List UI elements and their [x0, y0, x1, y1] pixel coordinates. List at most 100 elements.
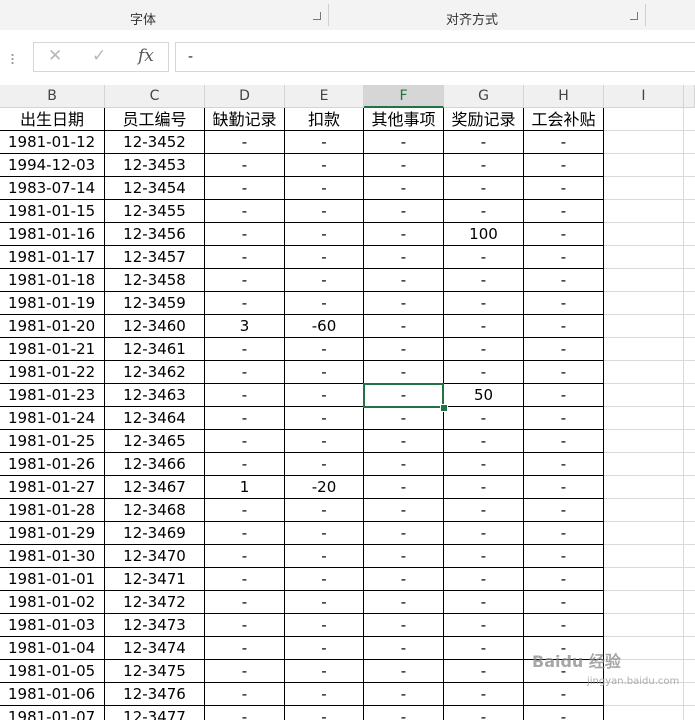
table-cell[interactable]: 12-3473 [105, 614, 205, 637]
column-header-g[interactable]: G [444, 85, 524, 108]
table-cell[interactable]: - [524, 568, 604, 591]
table-cell[interactable]: 1981-01-28 [0, 499, 105, 522]
table-cell[interactable]: - [444, 683, 524, 706]
table-cell[interactable]: - [524, 476, 604, 499]
table-cell[interactable]: 12-3466 [105, 453, 205, 476]
table-cell[interactable]: - [285, 338, 364, 361]
cancel-icon[interactable]: ✕ [48, 46, 62, 66]
table-cell[interactable]: - [524, 407, 604, 430]
table-cell[interactable]: 12-3454 [105, 177, 205, 200]
table-cell[interactable]: - [285, 522, 364, 545]
table-cell[interactable]: - [524, 269, 604, 292]
table-cell[interactable]: - [205, 499, 285, 522]
table-cell[interactable]: - [205, 430, 285, 453]
table-cell[interactable]: 1981-01-18 [0, 269, 105, 292]
table-cell[interactable]: 1981-01-20 [0, 315, 105, 338]
table-cell[interactable]: - [285, 614, 364, 637]
table-cell[interactable]: 12-3461 [105, 338, 205, 361]
table-cell[interactable]: 1981-01-17 [0, 246, 105, 269]
table-cell[interactable]: - [364, 361, 444, 384]
table-cell[interactable]: - [205, 200, 285, 223]
table-cell[interactable]: - [444, 499, 524, 522]
table-cell[interactable]: - [285, 246, 364, 269]
table-cell[interactable]: - [524, 453, 604, 476]
table-cell[interactable]: - [285, 430, 364, 453]
table-cell[interactable]: - [364, 223, 444, 246]
table-cell[interactable]: -60 [285, 315, 364, 338]
table-cell[interactable]: - [364, 384, 444, 407]
table-cell[interactable]: - [205, 706, 285, 720]
table-cell[interactable]: - [524, 315, 604, 338]
table-cell[interactable]: 1981-01-06 [0, 683, 105, 706]
table-cell[interactable]: - [205, 223, 285, 246]
column-header-b[interactable]: B [0, 85, 105, 108]
table-cell[interactable]: 1981-01-15 [0, 200, 105, 223]
column-header-f[interactable]: F [364, 85, 444, 108]
table-cell[interactable]: - [444, 453, 524, 476]
table-cell[interactable]: - [364, 154, 444, 177]
table-cell[interactable]: - [524, 200, 604, 223]
table-cell[interactable]: - [444, 522, 524, 545]
table-cell[interactable]: 12-3464 [105, 407, 205, 430]
table-cell[interactable]: 3 [205, 315, 285, 338]
table-cell[interactable]: - [444, 338, 524, 361]
table-cell[interactable]: - [524, 522, 604, 545]
table-cell[interactable]: - [524, 384, 604, 407]
table-cell[interactable]: - [205, 384, 285, 407]
insert-function-icon[interactable]: fx [138, 46, 154, 66]
table-cell[interactable]: - [285, 453, 364, 476]
enter-icon[interactable]: ✓ [92, 46, 106, 66]
table-cell[interactable]: - [205, 660, 285, 683]
table-cell[interactable]: 1981-01-26 [0, 453, 105, 476]
table-cell[interactable]: 12-3467 [105, 476, 205, 499]
table-cell[interactable]: - [285, 706, 364, 720]
table-cell[interactable]: - [205, 453, 285, 476]
table-cell[interactable]: - [364, 292, 444, 315]
table-cell[interactable]: - [524, 223, 604, 246]
column-header-e[interactable]: E [285, 85, 364, 108]
table-cell[interactable]: 1981-01-01 [0, 568, 105, 591]
table-cell[interactable]: - [444, 361, 524, 384]
table-cell[interactable]: - [524, 246, 604, 269]
table-cell[interactable]: - [444, 706, 524, 720]
table-cell[interactable]: - [364, 591, 444, 614]
table-cell[interactable]: - [364, 246, 444, 269]
table-cell[interactable]: - [205, 177, 285, 200]
table-header-cell[interactable]: 员工编号 [105, 108, 205, 131]
table-cell[interactable]: - [285, 591, 364, 614]
table-cell[interactable]: - [364, 476, 444, 499]
table-cell[interactable]: - [444, 476, 524, 499]
table-cell[interactable]: 1981-01-12 [0, 131, 105, 154]
table-cell[interactable]: - [285, 200, 364, 223]
table-cell[interactable]: 1981-01-29 [0, 522, 105, 545]
table-cell[interactable]: 12-3458 [105, 269, 205, 292]
table-cell[interactable]: - [205, 338, 285, 361]
table-cell[interactable]: - [444, 637, 524, 660]
table-cell[interactable]: 1981-01-25 [0, 430, 105, 453]
formula-bar-grip-icon[interactable] [11, 53, 14, 65]
table-cell[interactable]: 12-3475 [105, 660, 205, 683]
table-cell[interactable]: - [205, 131, 285, 154]
table-cell[interactable]: 1981-01-23 [0, 384, 105, 407]
alignment-dialog-launcher-icon[interactable] [630, 12, 638, 20]
table-cell[interactable]: - [524, 430, 604, 453]
table-cell[interactable]: - [285, 177, 364, 200]
table-cell[interactable]: 50 [444, 384, 524, 407]
table-cell[interactable]: - [205, 292, 285, 315]
table-cell[interactable]: 12-3474 [105, 637, 205, 660]
table-cell[interactable]: - [364, 453, 444, 476]
table-cell[interactable]: - [524, 545, 604, 568]
font-dialog-launcher-icon[interactable] [313, 12, 321, 20]
table-cell[interactable]: 1981-01-16 [0, 223, 105, 246]
table-cell[interactable]: - [364, 338, 444, 361]
table-cell[interactable]: - [364, 177, 444, 200]
table-cell[interactable]: - [285, 568, 364, 591]
spreadsheet-grid[interactable]: BCDEFGHI 出生日期 员工编号 缺勤记录 扣款 其他事项 奖励记录 工会补贴 1981-… [0, 85, 695, 720]
table-cell[interactable]: 12-3477 [105, 706, 205, 720]
table-cell[interactable]: - [444, 591, 524, 614]
table-cell[interactable]: - [285, 683, 364, 706]
table-cell[interactable]: - [444, 177, 524, 200]
table-cell[interactable]: - [444, 200, 524, 223]
table-cell[interactable]: 1981-01-27 [0, 476, 105, 499]
table-cell[interactable]: - [205, 154, 285, 177]
